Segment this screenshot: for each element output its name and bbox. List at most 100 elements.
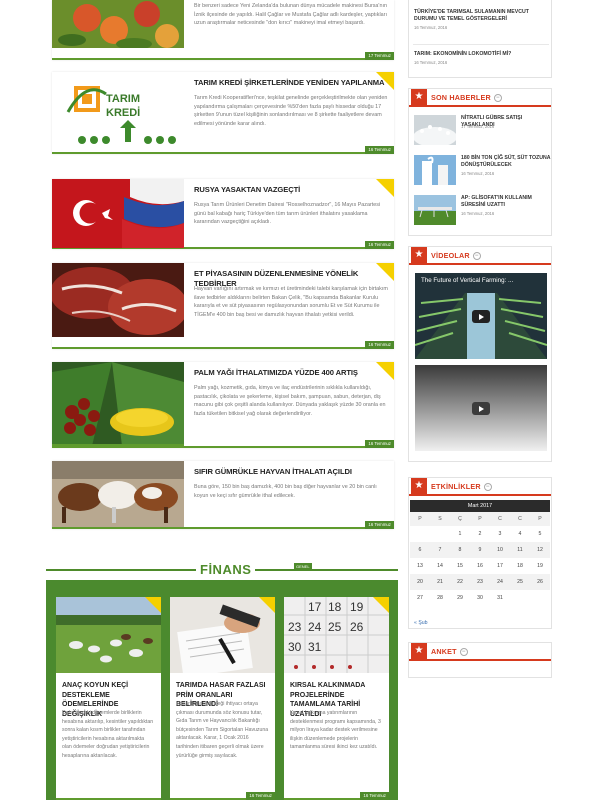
video-title[interactable]: The Future of Vertical Farming: ... bbox=[421, 277, 513, 284]
play-icon[interactable] bbox=[472, 402, 490, 415]
calendar-day[interactable]: 27 bbox=[410, 590, 430, 606]
svg-text:KREDİ: KREDİ bbox=[106, 106, 140, 119]
widget-title-text: VİDEOLAR bbox=[431, 251, 470, 260]
play-icon[interactable] bbox=[472, 310, 490, 323]
calendar-day[interactable]: 5 bbox=[530, 526, 550, 542]
calendar-day[interactable]: 30 bbox=[470, 590, 490, 606]
widget-title: ETKİNLİKLER − bbox=[431, 482, 492, 492]
calendar-day[interactable]: 14 bbox=[430, 558, 450, 574]
article-body: Hayvan varlığını artırmak ve kırmızı et … bbox=[194, 286, 388, 318]
widget-header: ★ ETKİNLİKLER − bbox=[409, 478, 551, 496]
svg-text:18: 18 bbox=[328, 600, 342, 614]
list-item-title[interactable]: 180 BİN TON ÇİĞ SÜT, SÜT TOZUNA DÖNÜŞTÜR… bbox=[461, 155, 551, 169]
collapse-icon[interactable]: − bbox=[493, 94, 502, 103]
article-title[interactable]: SIFIR GÜMRÜKLE HAYVAN İTHALATI AÇILDI bbox=[194, 467, 389, 477]
list-item-date: 17 Temmuz, 2016 bbox=[461, 124, 495, 129]
article-date: 16 Temmuz bbox=[365, 341, 394, 349]
widget-title: VİDEOLAR − bbox=[431, 251, 481, 261]
list-item-title[interactable]: AP: GLİSOFAT'IN KULLANIM SÜRESİNİ UZATTI bbox=[461, 195, 551, 209]
list-item-thumb[interactable] bbox=[414, 195, 456, 225]
calendar-day[interactable]: 25 bbox=[510, 574, 530, 590]
article-card[interactable]: ET PİYASASININ DÜZENLENMESİNE YÖNELİK TE… bbox=[52, 263, 394, 349]
calendar-day[interactable]: 18 bbox=[510, 558, 530, 574]
videolar-widget: ★ VİDEOLAR − The Future of Vertical Farmi… bbox=[408, 246, 552, 462]
day-header: S bbox=[430, 512, 450, 526]
list-item-title[interactable]: TÜRKİYE'DE TARIMSAL SULAMANIN MEVCUT DUR… bbox=[414, 9, 549, 23]
finans-card[interactable]: ANAÇ KOYUN KEÇİ DESTEKLEME ÖDEMELERİNDE … bbox=[56, 597, 161, 800]
list-item[interactable]: 180 BİN TON ÇİĞ SÜT, SÜT TOZUNA DÖNÜŞTÜR… bbox=[414, 155, 551, 189]
calendar-day[interactable]: 24 bbox=[490, 574, 510, 590]
list-item-thumb[interactable] bbox=[414, 155, 456, 185]
finans-card[interactable]: TARIMDA HASAR FAZLASI PRİM ORANLARI BELİ… bbox=[170, 597, 275, 800]
list-item[interactable]: TARIM: EKONOMİNİN LOKOMOTİFİ Mİ? 16 Temm… bbox=[414, 51, 549, 65]
anket-widget: ★ ANKET − bbox=[408, 642, 552, 678]
article-card[interactable]: TARIM KREDİ TARIM KREDİ ŞİRKETLERİNDE YE… bbox=[52, 72, 394, 154]
calendar-day[interactable]: 10 bbox=[490, 542, 510, 558]
calendar-day[interactable]: 3 bbox=[490, 526, 510, 542]
calendar-day[interactable]: 17 bbox=[490, 558, 510, 574]
calendar-day[interactable]: 6 bbox=[410, 542, 430, 558]
calendar-month: Mart 2017 bbox=[410, 500, 550, 512]
calendar-day[interactable]: 13 bbox=[410, 558, 430, 574]
sidebar-top-list: TÜRKİYE'DE TARIMSAL SULAMANIN MEVCUT DUR… bbox=[408, 0, 552, 78]
calendar-week: 6 7 8 9 10 11 12 bbox=[410, 542, 550, 558]
finans-card-date: 16 Temmuz bbox=[360, 792, 389, 800]
article-date: 16 Temmuz bbox=[365, 241, 394, 249]
article-thumb[interactable] bbox=[52, 179, 184, 248]
calendar-day[interactable]: 31 bbox=[490, 590, 510, 606]
divider bbox=[413, 44, 549, 45]
video-player[interactable]: The Future of Vertical Farming: ... bbox=[415, 273, 547, 359]
calendar-day[interactable]: 21 bbox=[430, 574, 450, 590]
list-item[interactable]: TÜRKİYE'DE TARIMSAL SULAMANIN MEVCUT DUR… bbox=[414, 9, 549, 30]
calendar-day[interactable]: 26 bbox=[530, 574, 550, 590]
finans-label[interactable]: FİNANS bbox=[196, 562, 256, 577]
article-card[interactable]: SIFIR GÜMRÜKLE HAYVAN İTHALATI AÇILDI Bu… bbox=[52, 461, 394, 529]
article-card[interactable]: RUSYA YASAKTAN VAZGEÇTİ Rusya Tarım Ürün… bbox=[52, 179, 394, 249]
article-thumb[interactable] bbox=[52, 362, 184, 446]
calendar-day[interactable]: 8 bbox=[450, 542, 470, 558]
finans-card[interactable]: 17 18 19 23 24 25 26 30 31 KIRSAL KALKINMADA P… bbox=[284, 597, 389, 800]
article-thumb[interactable] bbox=[52, 0, 184, 48]
page: Bir benzeri sadece Yeni Zelanda'da bulun… bbox=[0, 0, 600, 800]
collapse-icon[interactable]: − bbox=[483, 483, 492, 492]
calendar-day[interactable]: 16 bbox=[470, 558, 490, 574]
calendar-day[interactable]: 11 bbox=[510, 542, 530, 558]
article-thumb[interactable] bbox=[52, 263, 184, 337]
collapse-icon[interactable]: − bbox=[472, 252, 481, 261]
svg-text:19: 19 bbox=[350, 600, 364, 614]
article-title[interactable]: TARIM KREDİ ŞİRKETLERİNDE YENİDEN YAPILA… bbox=[194, 78, 389, 88]
article-thumb[interactable] bbox=[52, 461, 184, 527]
calendar-day[interactable]: 20 bbox=[410, 574, 430, 590]
calendar-day[interactable]: 22 bbox=[450, 574, 470, 590]
calendar-day[interactable]: 1 bbox=[450, 526, 470, 542]
video-player[interactable] bbox=[415, 365, 547, 451]
star-icon: ★ bbox=[411, 247, 427, 263]
calendar-day[interactable]: 9 bbox=[470, 542, 490, 558]
article-title[interactable]: PALM YAĞI İTHALATIMIZDA YÜZDE 400 ARTIŞ bbox=[194, 368, 389, 378]
calendar-day[interactable]: 28 bbox=[430, 590, 450, 606]
calendar-day[interactable]: 15 bbox=[450, 558, 470, 574]
article-body: Tarım Kredi Kooperatifleri'nce, teşkilat… bbox=[194, 95, 388, 127]
article-card-partial[interactable]: Bir benzeri sadece Yeni Zelanda'da bulun… bbox=[52, 0, 394, 60]
calendar-prev-link[interactable]: « Şub bbox=[414, 620, 428, 626]
calendar-day[interactable]: 2 bbox=[470, 526, 490, 542]
article-title[interactable]: RUSYA YASAKTAN VAZGEÇTİ bbox=[194, 185, 389, 195]
list-item[interactable]: NİTRATLI GÜBRE SATIŞI YASAKLANDI 17 Temm… bbox=[414, 115, 549, 149]
list-item-title[interactable]: TARIM: EKONOMİNİN LOKOMOTİFİ Mİ? bbox=[414, 51, 549, 58]
article-thumb-logo[interactable]: TARIM KREDİ bbox=[52, 72, 184, 154]
calendar-day[interactable]: 4 bbox=[510, 526, 530, 542]
article-date: 16 Temmuz bbox=[365, 521, 394, 529]
article-body: Palm yağı, kozmetik, gıda, kimya ve ilaç… bbox=[194, 385, 386, 417]
calendar-day[interactable]: 23 bbox=[470, 574, 490, 590]
article-card[interactable]: PALM YAĞI İTHALATIMIZDA YÜZDE 400 ARTIŞ … bbox=[52, 362, 394, 448]
calendar-day[interactable]: 19 bbox=[530, 558, 550, 574]
calendar-day[interactable]: 29 bbox=[450, 590, 470, 606]
day-header: C bbox=[510, 512, 530, 526]
list-item[interactable]: AP: GLİSOFAT'IN KULLANIM SÜRESİNİ UZATTI… bbox=[414, 195, 549, 229]
collapse-icon[interactable]: − bbox=[459, 648, 468, 657]
corner-ribbon bbox=[145, 597, 161, 613]
list-item-thumb[interactable] bbox=[414, 115, 456, 145]
calendar-day[interactable]: 12 bbox=[530, 542, 550, 558]
svg-text:31: 31 bbox=[308, 640, 322, 654]
calendar-day[interactable]: 7 bbox=[430, 542, 450, 558]
